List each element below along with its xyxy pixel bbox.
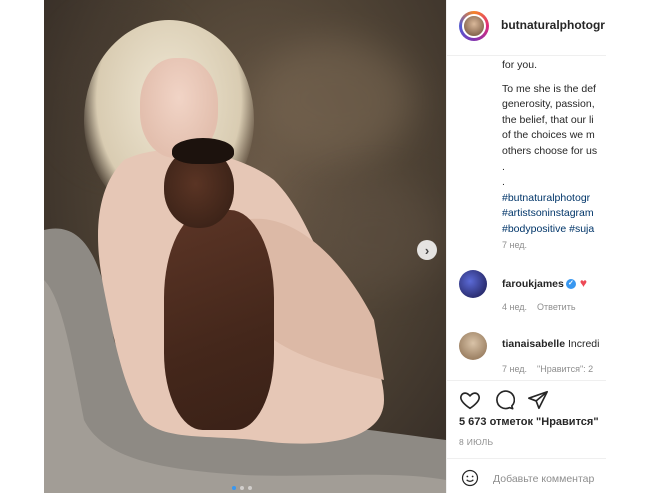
hashtag-link[interactable]: #bodypositive #suja bbox=[502, 222, 607, 238]
chevron-right-icon: › bbox=[424, 242, 430, 258]
comment-timestamp: 7 нед. bbox=[502, 364, 528, 374]
author-avatar[interactable] bbox=[459, 11, 489, 41]
comment-text: Incredi bbox=[567, 338, 600, 350]
caption-line: the belief, that our li bbox=[502, 113, 594, 126]
caption-line: generosity, passion, bbox=[502, 98, 595, 111]
red-heart-emoji-icon: ♥ bbox=[579, 276, 587, 290]
baby-hair bbox=[172, 138, 234, 164]
next-image-button[interactable]: › bbox=[417, 240, 437, 260]
comment-username[interactable]: tianaisabelle bbox=[502, 338, 565, 350]
heart-icon[interactable] bbox=[459, 389, 481, 411]
comment-icon[interactable] bbox=[493, 389, 515, 411]
add-comment-bar: Добавьте комментар bbox=[447, 458, 607, 493]
avatar[interactable] bbox=[459, 270, 487, 298]
caption-line: . bbox=[502, 176, 505, 189]
caption-line: others choose for us bbox=[502, 144, 598, 157]
page-margin bbox=[606, 0, 650, 493]
post-date: 8 ИЮЛЬ bbox=[459, 437, 494, 447]
post-caption: for you. To me she is the def generosity… bbox=[502, 58, 607, 238]
avatar[interactable] bbox=[459, 332, 487, 360]
post-photo[interactable]: › bbox=[44, 0, 446, 493]
comment-timestamp: 4 нед. bbox=[502, 302, 528, 312]
caption-line: To me she is the def bbox=[502, 82, 596, 95]
baby-figure bbox=[164, 210, 274, 430]
carousel-dot bbox=[248, 486, 252, 490]
caption-line bbox=[502, 74, 607, 82]
verified-badge-icon: ✓ bbox=[565, 279, 576, 290]
reply-button[interactable]: Ответить bbox=[537, 302, 575, 312]
author-username[interactable]: butnaturalphotogr bbox=[501, 18, 605, 32]
carousel-dots bbox=[232, 486, 252, 490]
post-header: butnaturalphotogr bbox=[447, 0, 607, 56]
carousel-dot bbox=[232, 486, 236, 490]
hashtag-link[interactable]: #butnaturalphotogr bbox=[502, 191, 607, 207]
caption-line: for you. bbox=[502, 59, 538, 71]
carousel-dot bbox=[240, 486, 244, 490]
emoji-icon[interactable] bbox=[461, 469, 479, 487]
caption-line: . bbox=[502, 160, 505, 173]
share-icon[interactable] bbox=[527, 389, 549, 411]
post-actions bbox=[447, 380, 607, 419]
caption-line: of the choices we m bbox=[502, 129, 595, 142]
likes-count[interactable]: 5 673 отметок "Нравится" bbox=[459, 416, 599, 428]
caption-timestamp: 7 нед. bbox=[502, 240, 528, 250]
comment-username[interactable]: faroukjames bbox=[502, 278, 564, 290]
add-comment-input[interactable]: Добавьте комментар bbox=[493, 473, 594, 485]
hashtag-link[interactable]: #artistsoninstagram bbox=[502, 206, 607, 222]
comment-likes-count[interactable]: "Нравится": 2 bbox=[537, 364, 593, 374]
post-sidebar: butnaturalphotogr for you. To me she is … bbox=[446, 0, 607, 493]
